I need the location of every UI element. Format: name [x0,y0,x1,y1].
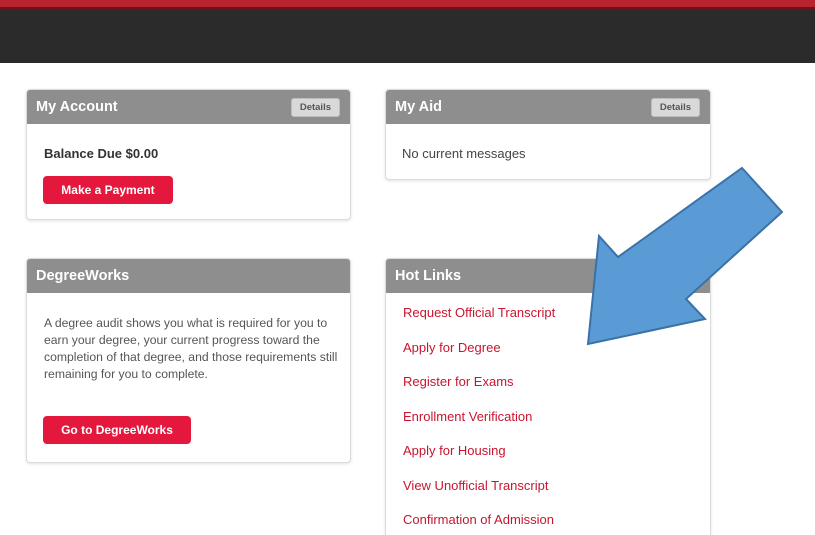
arrow-pointer-icon [586,166,784,346]
